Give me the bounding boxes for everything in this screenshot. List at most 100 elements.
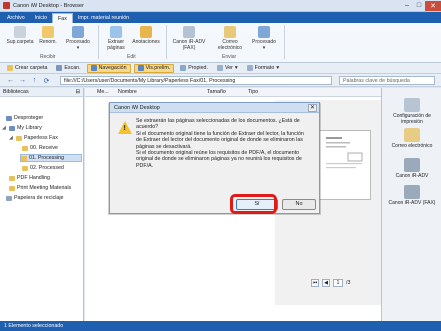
print-settings-button[interactable]: Configuración de impresión — [385, 98, 439, 125]
send-process-button[interactable]: Procesado ▾ — [249, 26, 279, 51]
column-header: Me... Nombre Tamaño Tipo — [85, 88, 381, 97]
dialog-title: Canon iW Desktop — [114, 105, 160, 111]
column-tamano[interactable]: Tamaño — [207, 89, 226, 95]
chevron-down-icon: ▾ — [76, 44, 80, 51]
refresh-button[interactable]: ⟳ — [42, 76, 51, 85]
view-dropdown[interactable]: Ver ▾ — [214, 64, 241, 73]
page-total: /3 — [346, 280, 351, 286]
column-nombre[interactable]: Nombre — [118, 89, 137, 95]
create-folder-button[interactable]: Crear carpeta — [4, 64, 50, 73]
up-button[interactable]: ↑ — [30, 76, 39, 85]
printer-icon — [404, 98, 420, 112]
navigation-header: Bibliotecas ⊟ — [0, 88, 83, 97]
ribbon: Sup.carpeta Renom. Procesado ▾ Recibir E… — [0, 23, 441, 63]
page-preview — [319, 130, 371, 200]
rename-icon — [42, 26, 54, 38]
tab-inicio[interactable]: Inicio — [30, 13, 52, 23]
page-navigator: ⏮ ◀ 1 /3 — [311, 279, 350, 287]
column-tipo[interactable]: Tipo — [248, 89, 258, 95]
warning-exclamation-icon: ! — [123, 125, 126, 132]
address-bar: ← → ↑ ⟳ file:///C:/Users/user/Documents/… — [0, 74, 441, 87]
annotations-icon — [140, 26, 152, 38]
back-button[interactable]: ← — [6, 76, 15, 85]
tab-fax[interactable]: Fax — [52, 13, 73, 23]
ribbon-divider — [166, 25, 167, 59]
tree-item-paperless-fax[interactable]: ◢ Paperless Fax — [9, 134, 58, 142]
dialog-close-button[interactable]: ✕ — [308, 104, 317, 112]
tree-item-desproteger[interactable]: Desproteger — [6, 114, 43, 122]
envelope-icon — [404, 128, 420, 142]
output-bar: Configuración de impresión Correo electr… — [381, 88, 441, 321]
properties-button[interactable]: Propied. — [177, 64, 211, 73]
dialog-message: Se extraerán las páginas seleccionadas d… — [136, 118, 304, 169]
tree-item-00-receive[interactable]: 00. Receive — [22, 144, 58, 152]
format-dropdown[interactable]: Formato ▾ — [244, 64, 282, 73]
folder-icon — [9, 175, 15, 181]
document-page-graphic — [326, 137, 363, 169]
library-icon — [9, 125, 15, 131]
chevron-down-icon: ▾ — [234, 65, 238, 71]
navigation-toggle[interactable]: Navegación — [86, 63, 131, 73]
forward-button[interactable]: → — [18, 76, 27, 85]
scan-button[interactable]: Escan. — [53, 64, 83, 73]
close-button[interactable]: ✕ — [425, 0, 441, 11]
rename-button[interactable]: Renom. — [37, 26, 59, 46]
group-label-edit: Edit — [127, 54, 136, 60]
annotations-button[interactable]: Anotaciones — [131, 26, 161, 46]
search-input[interactable]: Palabras clave de búsqueda — [339, 76, 435, 85]
view-icon — [216, 65, 223, 71]
tree-item-my-library[interactable]: ◢ My Library — [2, 124, 42, 132]
preview-icon — [137, 65, 144, 71]
delete-folder-icon — [14, 26, 26, 38]
tree-item-01-processing[interactable]: 01. Processing — [20, 154, 82, 162]
format-icon — [246, 65, 253, 71]
expand-arrow-icon[interactable]: ◢ — [2, 125, 7, 131]
tree-item-recycle-bin[interactable]: Papelera de reciclaje — [6, 194, 63, 202]
navigation-pane: Bibliotecas ⊟ Desproteger ◢ My Library ◢ P… — [0, 88, 84, 321]
folder-icon — [16, 135, 22, 141]
extract-pages-button[interactable]: Extraer páginas — [103, 26, 129, 51]
highlight-ring — [230, 194, 277, 214]
email-output-button[interactable]: Correo electrónico — [385, 128, 439, 150]
dialog-titlebar: Canon iW Desktop ✕ — [110, 103, 319, 113]
send-fax-button[interactable]: Canon iR-ADV (FAX) — [171, 26, 207, 51]
maximize-button[interactable]: □ — [413, 1, 425, 11]
no-button[interactable]: No — [282, 199, 316, 210]
folder-icon — [21, 155, 27, 161]
ribbon-tabs: Archivo Inicio Fax Impr. material reunió… — [0, 12, 441, 23]
expand-arrow-icon[interactable]: ◢ — [9, 135, 14, 141]
chevron-down-icon: ▾ — [262, 44, 266, 51]
group-label-enviar: Enviar — [222, 54, 237, 60]
process-icon — [72, 26, 84, 38]
prev-page-button[interactable]: ◀ — [322, 279, 330, 287]
address-input[interactable]: file:///C:/Users/user/Documents/My Libra… — [60, 76, 332, 85]
delete-folder-button[interactable]: Sup.carpeta — [6, 26, 34, 46]
minimize-button[interactable]: – — [401, 1, 413, 11]
process-button[interactable]: Procesado ▾ — [63, 26, 93, 51]
envelope-icon — [224, 26, 236, 38]
page-number-input[interactable]: 1 — [333, 279, 343, 287]
first-page-button[interactable]: ⏮ — [311, 279, 319, 287]
process-icon — [258, 26, 270, 38]
app-icon — [3, 2, 10, 9]
tree-item-print-meeting-materials[interactable]: Print Meeting Materials — [9, 184, 71, 192]
secondary-toolbar: Crear carpeta Escan. Navegación Vis.prel… — [0, 63, 441, 74]
tree-item-02-processed[interactable]: 02. Processed — [22, 164, 64, 172]
pin-icon[interactable]: ⊟ — [76, 88, 80, 96]
folder-icon — [22, 165, 28, 171]
folder-icon — [7, 65, 13, 71]
column-me[interactable]: Me... — [97, 89, 109, 95]
ribbon-divider — [284, 25, 285, 59]
tab-archivo[interactable]: Archivo — [2, 13, 30, 23]
folder-icon — [9, 185, 15, 191]
chevron-down-icon: ▾ — [276, 65, 279, 71]
recycle-bin-icon — [6, 195, 12, 201]
status-bar: 1 Elemento seleccionado — [0, 321, 441, 331]
canon-iradv-fax-button[interactable]: Canon iR-ADV (FAX) — [385, 185, 439, 207]
send-email-button[interactable]: Correo electrónico — [214, 26, 246, 51]
canon-iradv-button[interactable]: Canon iR-ADV — [385, 158, 439, 180]
tree-item-pdf-handling[interactable]: PDF Handling — [9, 174, 50, 182]
preview-toggle[interactable]: Vis.prelim. — [133, 63, 175, 73]
tab-impr-material[interactable]: Impr. material reunión — [73, 13, 134, 23]
scanner-icon — [56, 65, 63, 71]
